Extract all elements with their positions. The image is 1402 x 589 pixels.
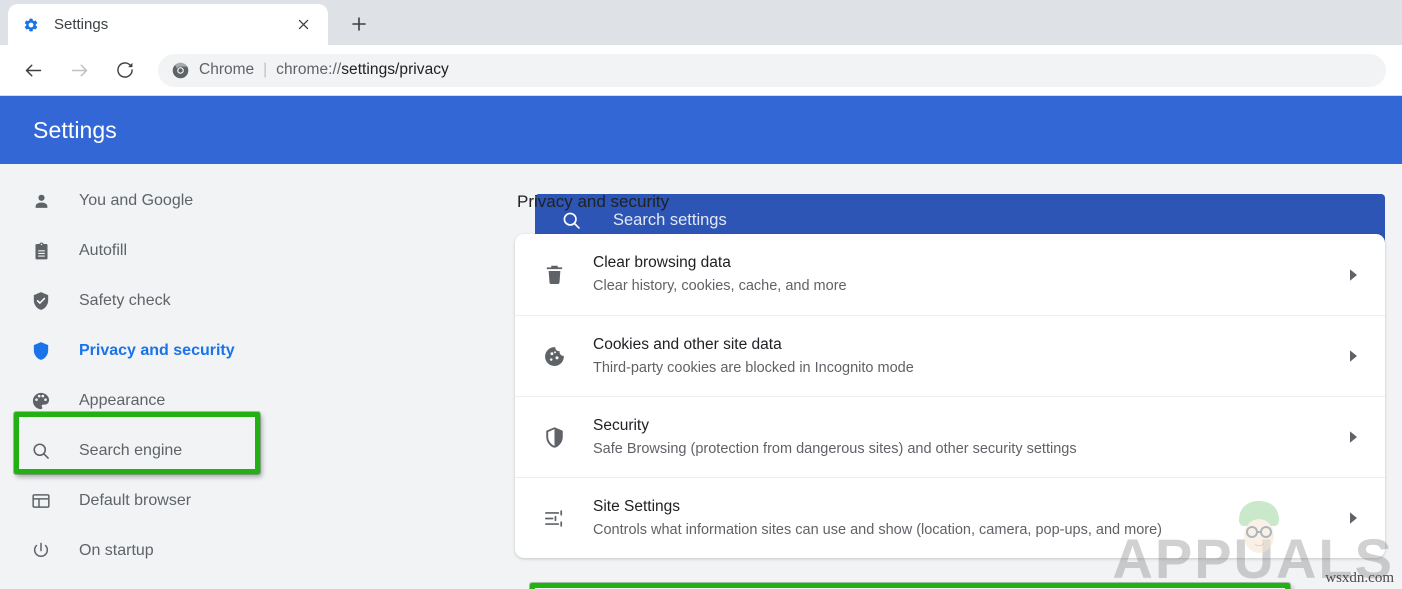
omnibox-url-path: settings/privacy <box>341 61 449 78</box>
gear-icon <box>22 16 40 34</box>
browser-window: Settings <box>0 0 1402 589</box>
settings-row-text: Security Safe Browsing (protection from … <box>593 414 1343 461</box>
new-tab-button[interactable] <box>342 7 376 41</box>
settings-row-security[interactable]: Security Safe Browsing (protection from … <box>515 396 1385 477</box>
person-icon <box>30 190 52 212</box>
settings-row-text: Clear browsing data Clear history, cooki… <box>593 251 1343 298</box>
settings-row-title: Clear browsing data <box>593 251 1343 274</box>
settings-row-title: Site Settings <box>593 495 1343 518</box>
settings-row-text: Cookies and other site data Third-party … <box>593 333 1343 380</box>
settings-row-cookies-and-other-site-data[interactable]: Cookies and other site data Third-party … <box>515 315 1385 396</box>
chrome-logo-icon <box>172 62 189 79</box>
chevron-right-icon[interactable] <box>1343 349 1363 363</box>
browser-toolbar: Chrome | chrome://settings/privacy <box>0 45 1402 96</box>
tab-title: Settings <box>54 16 292 33</box>
omnibox-separator: | <box>263 61 267 79</box>
chevron-right-icon[interactable] <box>1343 511 1363 525</box>
settings-row-subtitle: Clear history, cookies, cache, and more <box>593 275 1343 298</box>
sidebar-item-label: Search engine <box>79 442 182 460</box>
reload-icon[interactable] <box>108 53 142 87</box>
arrow-left-icon[interactable] <box>16 53 50 87</box>
cookie-icon <box>541 343 567 369</box>
sidebar-item-on-startup[interactable]: On startup <box>0 526 515 576</box>
settings-page: Settings Search settings You and Google <box>0 96 1402 589</box>
power-icon <box>30 540 52 562</box>
clipboard-icon <box>30 240 52 262</box>
sidebar-item-label: On startup <box>79 542 154 560</box>
chevron-right-icon[interactable] <box>1343 268 1363 282</box>
sidebar-item-safety-check[interactable]: Safety check <box>0 276 515 326</box>
settings-row-subtitle: Safe Browsing (protection from dangerous… <box>593 438 1343 461</box>
browser-window-icon <box>30 490 52 512</box>
settings-body: You and Google Autofill Safety check <box>0 164 1402 589</box>
sidebar-item-label: Privacy and security <box>79 342 235 360</box>
settings-row-clear-browsing-data[interactable]: Clear browsing data Clear history, cooki… <box>515 234 1385 315</box>
tab-settings[interactable]: Settings <box>8 4 328 45</box>
omnibox-scheme-label: Chrome <box>199 61 254 79</box>
sidebar-item-label: Autofill <box>79 242 127 260</box>
arrow-right-icon <box>62 53 96 87</box>
settings-row-subtitle: Controls what information sites can use … <box>593 519 1343 542</box>
address-bar[interactable]: Chrome | chrome://settings/privacy <box>158 54 1386 87</box>
palette-icon <box>30 390 52 412</box>
shield-icon <box>541 424 567 450</box>
settings-row-title: Security <box>593 414 1343 437</box>
shield-icon <box>30 340 52 362</box>
settings-row-text: Site Settings Controls what information … <box>593 495 1343 542</box>
trash-icon <box>541 262 567 288</box>
page-title: Settings <box>33 117 117 144</box>
omnibox-url: chrome://settings/privacy <box>276 61 449 79</box>
tab-strip: Settings <box>0 0 1402 45</box>
chevron-right-icon[interactable] <box>1343 430 1363 444</box>
close-icon[interactable] <box>292 14 314 36</box>
sidebar-item-appearance[interactable]: Appearance <box>0 376 515 426</box>
search-icon <box>30 440 52 462</box>
sidebar-item-label: Default browser <box>79 492 191 510</box>
sidebar-item-privacy-and-security[interactable]: Privacy and security <box>0 326 515 376</box>
tune-sliders-icon <box>541 505 567 531</box>
sidebar-item-label: You and Google <box>79 192 193 210</box>
shield-check-icon <box>30 290 52 312</box>
sidebar-item-you-and-google[interactable]: You and Google <box>0 176 515 226</box>
settings-row-title: Cookies and other site data <box>593 333 1343 356</box>
settings-main: Privacy and security Clear browsing data… <box>515 164 1402 589</box>
sidebar-item-autofill[interactable]: Autofill <box>0 226 515 276</box>
sidebar-item-label: Safety check <box>79 292 171 310</box>
sidebar-item-label: Appearance <box>79 392 165 410</box>
sidebar-item-default-browser[interactable]: Default browser <box>0 476 515 526</box>
sidebar-item-search-engine[interactable]: Search engine <box>0 426 515 476</box>
settings-sidebar: You and Google Autofill Safety check <box>0 164 515 589</box>
watermark-domain: wsxdn.com <box>1325 570 1394 587</box>
omnibox-url-prefix: chrome:// <box>276 61 341 78</box>
settings-header: Settings <box>0 96 1402 164</box>
section-title: Privacy and security <box>517 192 1385 212</box>
privacy-settings-card: Clear browsing data Clear history, cooki… <box>515 234 1385 558</box>
settings-row-subtitle: Third-party cookies are blocked in Incog… <box>593 357 1343 380</box>
settings-row-site-settings[interactable]: Site Settings Controls what information … <box>515 477 1385 558</box>
